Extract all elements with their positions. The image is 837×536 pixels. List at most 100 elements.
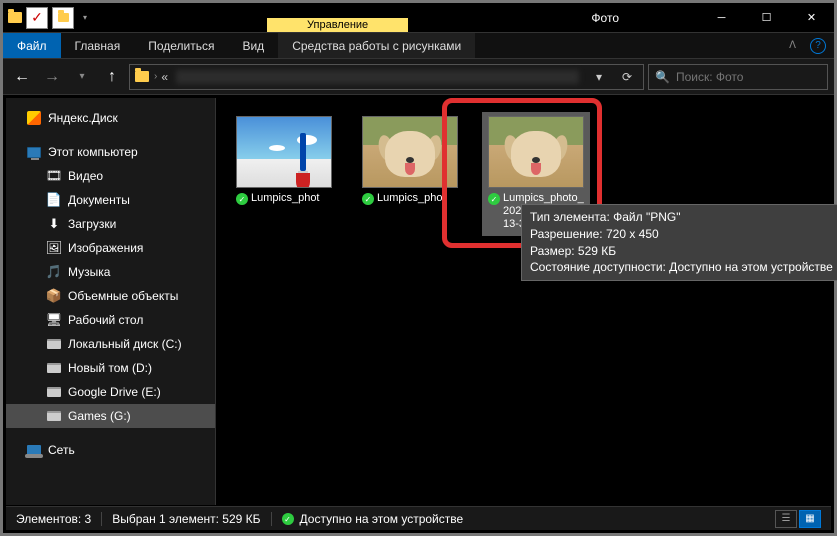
- sync-icon: ✓: [488, 193, 500, 205]
- tooltip-availability: Состояние доступности: Доступно на этом …: [530, 259, 833, 276]
- sidebar-label: Музыка: [68, 265, 110, 279]
- sidebar-label: Объемные объекты: [68, 289, 178, 303]
- yandex-disk-icon: [26, 110, 42, 126]
- file-name: Lumpics_phot: [377, 192, 446, 205]
- file-name: Lumpics_phot: [251, 192, 320, 205]
- window-title: Фото: [571, 11, 699, 25]
- thumbnail-image: [488, 116, 584, 188]
- sidebar-label: Локальный диск (C:): [68, 337, 182, 351]
- minimize-button[interactable]: ─: [699, 3, 744, 33]
- refresh-button[interactable]: ⟳: [615, 65, 639, 89]
- sidebar-label: Новый том (D:): [68, 361, 152, 375]
- address-dropdown[interactable]: ▾: [587, 65, 611, 89]
- sidebar-label: Рабочий стол: [68, 313, 143, 327]
- sidebar-item[interactable]: Google Drive (E:): [6, 380, 215, 404]
- sync-icon: ✓: [282, 513, 294, 525]
- view-details-button[interactable]: ☰: [775, 510, 797, 528]
- sidebar-label: Games (G:): [68, 409, 131, 423]
- sidebar-item-this-pc[interactable]: Этот компьютер: [6, 140, 215, 164]
- qat-dropdown[interactable]: ▾: [83, 13, 87, 22]
- forward-button[interactable]: →: [39, 64, 65, 90]
- image-icon: 🖼: [46, 240, 62, 256]
- back-button[interactable]: ←: [9, 64, 35, 90]
- search-icon: 🔍: [655, 70, 670, 84]
- recent-dropdown[interactable]: ▾: [69, 64, 95, 90]
- qat-new-folder[interactable]: [52, 7, 74, 29]
- sidebar-label: Видео: [68, 169, 103, 183]
- content-area: Яндекс.Диск Этот компьютер 🎞 Видео 📄 Докуме…: [6, 98, 831, 505]
- navigation-pane[interactable]: Яндекс.Диск Этот компьютер 🎞 Видео 📄 Докуме…: [6, 98, 216, 505]
- folder-icon: [7, 10, 23, 26]
- window: { "titlebar": { "context_tab": "Управлен…: [0, 0, 837, 536]
- file-thumbnail[interactable]: ✓Lumpics_phot: [230, 112, 338, 209]
- music-icon: 🎵: [46, 264, 62, 280]
- sidebar-label: Изображения: [68, 241, 143, 255]
- thumbnail-image: [362, 116, 458, 188]
- sidebar-item[interactable]: 🎞 Видео: [6, 164, 215, 188]
- sidebar-item[interactable]: 📦 Объемные объекты: [6, 284, 215, 308]
- sidebar-item[interactable]: Games (G:): [6, 404, 215, 428]
- tab-picture-tools[interactable]: Средства работы с рисунками: [278, 33, 475, 58]
- sidebar-item-yandex-disk[interactable]: Яндекс.Диск: [6, 106, 215, 130]
- close-button[interactable]: ✕: [789, 3, 834, 33]
- search-input[interactable]: [676, 70, 831, 84]
- sidebar-item-network[interactable]: Сеть: [6, 438, 215, 462]
- sidebar-label: Яндекс.Диск: [48, 111, 118, 125]
- tab-home[interactable]: Главная: [61, 33, 135, 58]
- sidebar-item[interactable]: 📄 Документы: [6, 188, 215, 212]
- status-item-count: Элементов: 3: [16, 512, 91, 526]
- tooltip-type: Тип элемента: Файл "PNG": [530, 209, 833, 226]
- 3d-icon: 📦: [46, 288, 62, 304]
- download-icon: ⬇: [46, 216, 62, 232]
- sidebar-item[interactable]: 🖥 Рабочий стол: [6, 308, 215, 332]
- file-list[interactable]: ✓Lumpics_phot✓Lumpics_phot✓Lumpics_photo…: [216, 98, 831, 505]
- disk-icon: [46, 336, 62, 352]
- status-availability: Доступно на этом устройстве: [300, 512, 464, 526]
- address-path-redacted: [176, 70, 579, 84]
- desktop-icon: 🖥: [46, 312, 62, 328]
- sidebar-label: Загрузки: [68, 217, 116, 231]
- sync-icon: ✓: [362, 193, 374, 205]
- tooltip-resolution: Разрешение: 720 x 450: [530, 226, 833, 243]
- folder-icon: [134, 69, 150, 85]
- help-icon[interactable]: ?: [810, 38, 826, 54]
- sidebar-item[interactable]: Локальный диск (C:): [6, 332, 215, 356]
- maximize-button[interactable]: ☐: [744, 3, 789, 33]
- ribbon-collapse-icon[interactable]: ᐱ: [789, 40, 796, 51]
- status-bar: Элементов: 3 Выбран 1 элемент: 529 КБ ✓ …: [6, 506, 831, 530]
- sidebar-item[interactable]: 🎵 Музыка: [6, 260, 215, 284]
- sidebar-item[interactable]: 🖼 Изображения: [6, 236, 215, 260]
- thumbnail-image: [236, 116, 332, 188]
- sidebar-label: Документы: [68, 193, 130, 207]
- titlebar: ✓ ▾ Управление Фото ─ ☐ ✕: [3, 3, 834, 33]
- file-menu[interactable]: Файл: [3, 33, 61, 58]
- qat-properties[interactable]: ✓: [26, 7, 48, 29]
- tab-view[interactable]: Вид: [228, 33, 278, 58]
- sync-icon: ✓: [236, 193, 248, 205]
- file-thumbnail[interactable]: ✓Lumpics_phot: [356, 112, 464, 209]
- sidebar-label: Этот компьютер: [48, 145, 138, 159]
- search-box[interactable]: 🔍: [648, 64, 828, 90]
- address-bar[interactable]: › « ▾ ⟳: [129, 64, 644, 90]
- up-button[interactable]: ↑: [99, 64, 125, 90]
- doc-icon: 📄: [46, 192, 62, 208]
- ribbon-tabs: Файл Главная Поделиться Вид Средства раб…: [3, 33, 834, 59]
- navigation-bar: ← → ▾ ↑ › « ▾ ⟳ 🔍: [3, 59, 834, 95]
- sidebar-label: Google Drive (E:): [68, 385, 161, 399]
- network-icon: [26, 442, 42, 458]
- context-tab-header: Управление: [267, 18, 408, 32]
- file-tooltip: Тип элемента: Файл "PNG" Разрешение: 720…: [521, 204, 837, 281]
- computer-icon: [26, 144, 42, 160]
- sidebar-item[interactable]: Новый том (D:): [6, 356, 215, 380]
- sidebar-item[interactable]: ⬇ Загрузки: [6, 212, 215, 236]
- tab-share[interactable]: Поделиться: [134, 33, 228, 58]
- disk-icon: [46, 384, 62, 400]
- sidebar-label: Сеть: [48, 443, 75, 457]
- chevron-right-icon: ›: [154, 71, 157, 82]
- view-thumbnails-button[interactable]: ▦: [799, 510, 821, 528]
- disk-icon: [46, 408, 62, 424]
- video-icon: 🎞: [46, 168, 62, 184]
- tooltip-size: Размер: 529 КБ: [530, 243, 833, 260]
- status-selection: Выбран 1 элемент: 529 КБ: [112, 512, 260, 526]
- disk-icon: [46, 360, 62, 376]
